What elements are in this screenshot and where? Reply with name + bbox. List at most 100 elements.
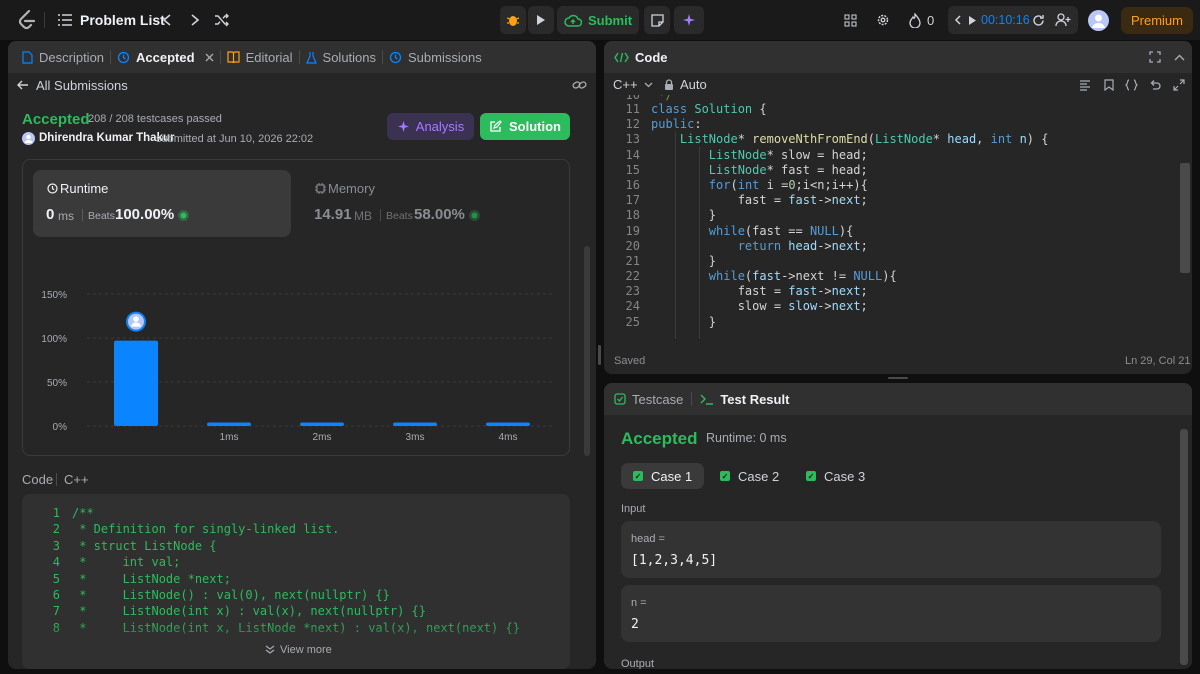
flask-icon	[305, 51, 317, 64]
tab-label: Submissions	[408, 49, 482, 65]
list-icon[interactable]	[57, 12, 73, 28]
debug-button[interactable]	[500, 6, 526, 34]
chevron-left-icon[interactable]	[158, 11, 176, 29]
tab-description[interactable]: Description	[16, 41, 110, 73]
line-number: 19	[625, 223, 640, 238]
premium-label: Premium	[1130, 13, 1183, 28]
close-icon[interactable]	[205, 53, 214, 62]
expand-icon[interactable]	[1172, 78, 1186, 92]
run-button[interactable]	[528, 6, 554, 34]
code-line: for(int i =0;i<n;i++){	[708, 177, 868, 192]
submitted-at: submitted at Jun 10, 2026 22:02	[156, 133, 314, 145]
tab-solutions[interactable]: Solutions	[300, 41, 382, 73]
language-select[interactable]: C++	[613, 77, 653, 92]
layout-grid-icon[interactable]	[842, 12, 858, 28]
tab-label: Test Result	[720, 391, 790, 407]
tab-accepted[interactable]: Accepted	[111, 41, 220, 73]
fire-icon[interactable]	[907, 11, 923, 29]
undo-icon[interactable]	[1148, 78, 1162, 92]
horizontal-resize-handle[interactable]	[888, 377, 908, 379]
avatar[interactable]	[1088, 10, 1109, 31]
line-number: 10	[625, 95, 640, 102]
line-number: 18	[625, 208, 640, 223]
case-label: Case 1	[651, 468, 693, 484]
line-number: 16	[625, 177, 640, 192]
user-name[interactable]: Dhirendra Kumar Thakur	[39, 132, 174, 144]
submit-button[interactable]: Submit	[557, 6, 639, 34]
code-editor-body[interactable]: 10 11 12 13 14 15 16 17 18 19 20 21 22 2…	[604, 95, 1178, 339]
runtime-beats-label: Beats	[88, 210, 115, 222]
line-number: 6	[52, 588, 60, 602]
maximize-icon[interactable]	[1148, 50, 1162, 64]
case-tab-3[interactable]: ✓ Case 3	[794, 463, 877, 489]
line-number: 20	[625, 238, 640, 253]
y-tick-label: 0%	[53, 422, 68, 433]
tab-test-result[interactable]: Test Result	[700, 383, 789, 415]
tab-editorial[interactable]: Editorial	[221, 41, 299, 73]
line-number: 17	[625, 193, 640, 208]
view-more-button[interactable]: View more	[265, 644, 332, 656]
reset-icon[interactable]	[1030, 12, 1046, 28]
indent-guide	[675, 132, 676, 339]
all-submissions-link[interactable]: All Submissions	[36, 78, 128, 93]
chevron-up-icon[interactable]	[1172, 50, 1186, 64]
premium-button[interactable]: Premium	[1121, 7, 1193, 34]
add-user-icon[interactable]	[1054, 11, 1072, 29]
chevron-right-icon[interactable]	[186, 11, 204, 29]
notes-button[interactable]	[644, 6, 670, 34]
line-number: 14	[625, 147, 640, 162]
vertical-resize-handle[interactable]	[598, 345, 601, 365]
y-tick-label: 100%	[41, 334, 67, 345]
leetcode-logo-icon[interactable]	[17, 10, 37, 30]
chevron-down-icon	[644, 82, 653, 88]
ai-assist-button[interactable]	[674, 6, 704, 34]
link-icon[interactable]	[571, 77, 587, 93]
result-scrollbar[interactable]	[1180, 429, 1188, 665]
line-number: 11	[625, 102, 640, 116]
runtime-distribution-chart: 150%100%50%0%1ms2ms3ms4ms1ms2ms3ms4ms	[41, 290, 552, 443]
analysis-button[interactable]: Analysis	[387, 113, 474, 140]
play-icon[interactable]	[966, 12, 978, 28]
chart-bar	[114, 340, 158, 426]
arrow-left-icon[interactable]	[16, 78, 30, 92]
solution-button[interactable]: Solution	[480, 113, 570, 140]
autocomplete-toggle[interactable]: Auto	[664, 77, 707, 92]
code-line: }	[708, 208, 717, 223]
top-bar: Problem List Submit 0 00:10:16 Premium	[0, 0, 1200, 40]
input-value: [1,2,3,4,5]	[631, 553, 718, 568]
format-icon[interactable]	[1078, 78, 1092, 92]
tab-submissions[interactable]: Submissions	[383, 41, 488, 73]
shuffle-icon[interactable]	[213, 11, 231, 29]
chart-bar	[207, 422, 251, 426]
gear-icon[interactable]	[875, 12, 891, 28]
result-runtime: Runtime: 0 ms	[706, 431, 787, 445]
x-tick-label: 2ms	[313, 432, 332, 443]
input-name: head =	[631, 533, 665, 545]
problem-list-link[interactable]: Problem List	[80, 12, 165, 28]
divider	[44, 12, 45, 28]
code-line: fast = fast->next;	[737, 193, 868, 208]
line-number: 23	[625, 284, 640, 299]
chevron-left-icon[interactable]	[952, 12, 964, 28]
editor-scrollbar[interactable]	[1180, 163, 1190, 273]
line-numbers: 10 11 12 13 14 15 16 17 18 19 20 21 22 2…	[604, 95, 640, 330]
input-value: 2	[631, 617, 639, 632]
line-number: 24	[625, 299, 640, 314]
checkbox-icon	[614, 393, 626, 405]
case-tab-1[interactable]: ✓ Case 1	[621, 463, 705, 489]
code-line: 5 * ListNode *next;	[22, 571, 231, 587]
code-editor-panel: Code C++ Auto 10 11 12 13 14 15 16 17 18…	[604, 41, 1192, 374]
book-icon	[226, 51, 240, 63]
case-tab-2[interactable]: ✓ Case 2	[708, 463, 791, 489]
submit-label: Submit	[587, 12, 633, 28]
bookmark-icon[interactable]	[1102, 78, 1116, 92]
code-line: while(fast == NULL){	[708, 223, 854, 238]
memory-beats-label: Beats	[386, 210, 413, 222]
tab-testcase[interactable]: Testcase	[614, 383, 683, 415]
view-more-label: View more	[280, 644, 332, 656]
braces-icon[interactable]	[1124, 78, 1138, 92]
runtime-beats-value: 100.00%	[115, 206, 175, 223]
y-tick-label: 50%	[47, 378, 67, 389]
x-tick-label: 4ms	[499, 432, 518, 443]
edit-icon	[489, 120, 502, 133]
